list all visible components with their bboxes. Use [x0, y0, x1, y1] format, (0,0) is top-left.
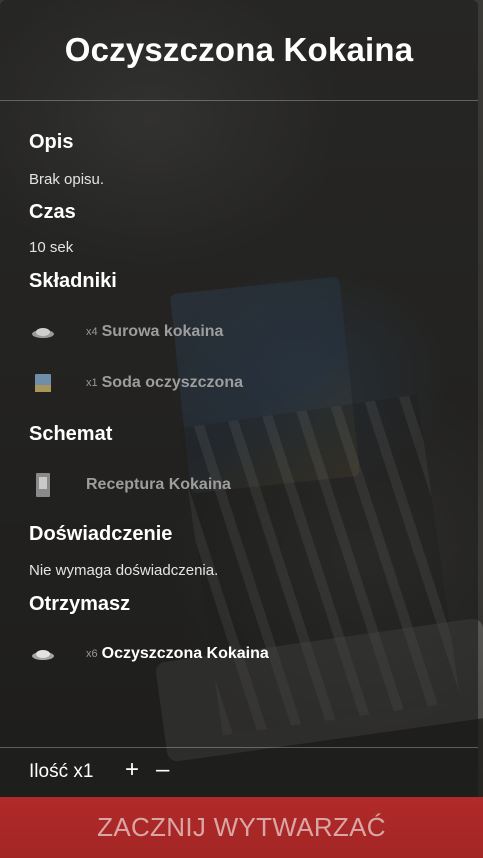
time-heading: Czas [29, 201, 76, 223]
increase-amount-button[interactable]: + [125, 757, 139, 783]
ingredient-name: Soda oczyszczona [101, 374, 243, 391]
output-name: Oczyszczona Kokaina [101, 645, 269, 662]
ingredient-item: x4 Surowa kokaina [29, 317, 223, 347]
schematic-name: Receptura Kokaina [86, 476, 231, 493]
soda-box-icon [29, 369, 57, 397]
output-qty: x6 [86, 648, 98, 660]
experience-text: Nie wymaga doświadczenia. [29, 562, 219, 579]
start-crafting-button[interactable]: ZACZNIJ WYTWARZAĆ [0, 797, 483, 858]
output-item: x6 Oczyszczona Kokaina [29, 639, 269, 669]
description-text: Brak opisu. [29, 171, 105, 188]
powder-pile-icon [29, 640, 57, 668]
description-heading: Opis [29, 131, 74, 153]
ingredient-qty: x4 [86, 326, 98, 338]
time-text: 10 sek [29, 239, 74, 256]
crafting-panel: Oczyszczona Kokaina Opis Brak opisu. Cza… [0, 0, 478, 858]
ingredient-item: x1 Soda oczyszczona [29, 368, 243, 398]
panel-title: Oczyszczona Kokaina [64, 31, 414, 68]
schematic-heading: Schemat [29, 423, 113, 445]
quantity-controls: Ilość x1 + – [0, 748, 478, 796]
schematic-item: Receptura Kokaina [29, 470, 231, 500]
output-heading: Otrzymasz [29, 593, 131, 615]
ingredient-qty: x1 [86, 377, 98, 389]
amount-label: Ilość x1 [29, 761, 94, 782]
recipe-document-icon [29, 471, 57, 499]
experience-heading: Doświadczenie [29, 523, 173, 545]
title-divider [0, 100, 478, 101]
decrease-amount-button[interactable]: – [156, 757, 169, 783]
ingredients-heading: Składniki [29, 270, 117, 292]
ingredient-name: Surowa kokaina [101, 323, 224, 340]
powder-pile-icon [29, 318, 57, 346]
